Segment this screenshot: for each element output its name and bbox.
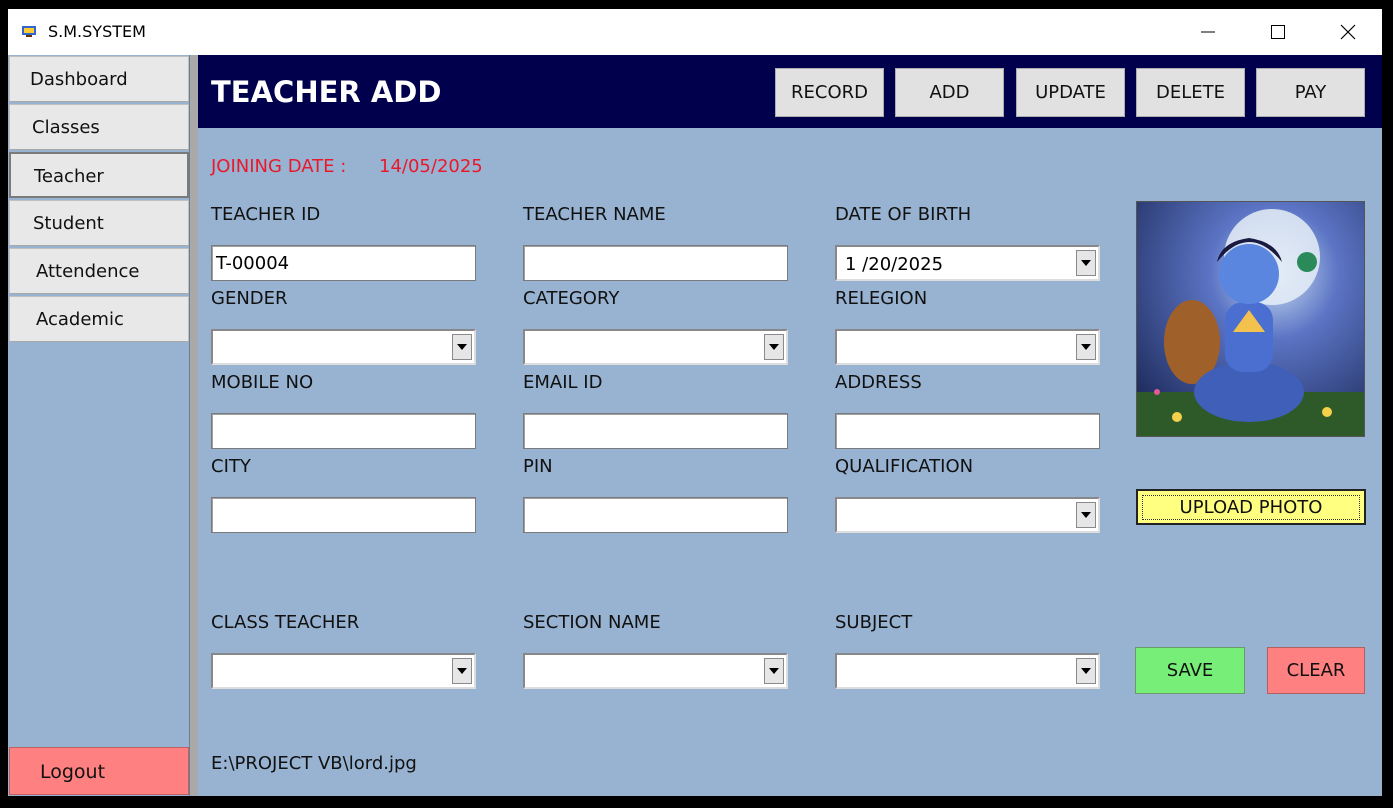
mobile-no-label: MOBILE NO [211, 372, 314, 393]
dropdown-arrow-icon[interactable] [764, 658, 784, 684]
clear-button[interactable]: CLEAR [1267, 647, 1365, 694]
sidebar-item-academic[interactable]: Academic [9, 296, 189, 342]
photo-path-label: E:\PROJECT VB\lord.jpg [211, 753, 417, 774]
logout-button[interactable]: Logout [9, 747, 189, 795]
sidebar-item-label: Academic [36, 309, 124, 330]
close-button[interactable] [1313, 9, 1383, 55]
subject-label: SUBJECT [835, 612, 913, 633]
address-field[interactable] [835, 413, 1100, 449]
dropdown-arrow-icon[interactable] [1076, 334, 1096, 360]
window-title: S.M.SYSTEM [48, 22, 146, 41]
pin-field[interactable] [523, 497, 788, 533]
photo-image [1137, 202, 1364, 436]
joining-date-label: JOINING DATE : [211, 156, 347, 177]
dropdown-arrow-icon[interactable] [1076, 502, 1096, 528]
maximize-button[interactable] [1243, 9, 1313, 55]
sidebar-item-label: Attendence [36, 261, 140, 282]
relegion-label: RELEGION [835, 288, 928, 309]
date-of-birth-label: DATE OF BIRTH [835, 204, 972, 225]
teacher-photo [1136, 201, 1365, 437]
teacher-id-field[interactable]: T-00004 [211, 245, 476, 281]
subject-select[interactable] [835, 653, 1100, 689]
minimize-button[interactable] [1173, 9, 1243, 55]
pay-button[interactable]: PAY [1256, 68, 1365, 117]
email-id-field[interactable] [523, 413, 788, 449]
category-select[interactable] [523, 329, 788, 365]
relegion-select[interactable] [835, 329, 1100, 365]
splitter[interactable] [190, 55, 198, 796]
section-name-select[interactable] [523, 653, 788, 689]
app-icon [20, 23, 38, 39]
city-field[interactable] [211, 497, 476, 533]
date-of-birth-value: 1 /20/2025 [845, 254, 944, 275]
sidebar-item-label: Dashboard [30, 69, 128, 90]
sidebar-item-label: Classes [32, 117, 100, 138]
close-icon [1340, 24, 1356, 40]
joining-date-value: 14/05/2025 [379, 156, 483, 177]
upload-photo-label: UPLOAD PHOTO [1141, 494, 1361, 520]
title-bar: S.M.SYSTEM [8, 9, 1382, 55]
record-button[interactable]: RECORD [775, 68, 884, 117]
sidebar-item-teacher[interactable]: Teacher [9, 152, 189, 198]
pin-label: PIN [523, 456, 553, 477]
maximize-icon [1271, 25, 1285, 39]
sidebar-item-label: Teacher [34, 166, 104, 187]
main-panel: TEACHER ADD RECORD ADD UPDATE DELETE PAY… [198, 55, 1382, 796]
page-title: TEACHER ADD [211, 75, 442, 109]
sidebar-item-student[interactable]: Student [9, 200, 189, 246]
update-button[interactable]: UPDATE [1016, 68, 1125, 117]
dropdown-arrow-icon[interactable] [1076, 658, 1096, 684]
email-id-label: EMAIL ID [523, 372, 603, 393]
class-teacher-select[interactable] [211, 653, 476, 689]
qualification-label: QUALIFICATION [835, 456, 974, 477]
gender-label: GENDER [211, 288, 288, 309]
gender-select[interactable] [211, 329, 476, 365]
mobile-no-field[interactable] [211, 413, 476, 449]
city-label: CITY [211, 456, 251, 477]
date-of-birth-picker[interactable]: 1 /20/2025 [835, 245, 1100, 281]
delete-button[interactable]: DELETE [1136, 68, 1245, 117]
add-button[interactable]: ADD [895, 68, 1004, 117]
sidebar-item-dashboard[interactable]: Dashboard [9, 56, 189, 102]
teacher-name-field[interactable] [523, 245, 788, 281]
save-button[interactable]: SAVE [1135, 647, 1245, 694]
sidebar: Dashboard Classes Teacher Student Attend… [8, 55, 190, 796]
teacher-id-label: TEACHER ID [211, 204, 321, 225]
sidebar-item-attendence[interactable]: Attendence [9, 248, 189, 294]
application-window: S.M.SYSTEM Dashboard Classes Teacher Stu… [8, 9, 1382, 796]
minimize-icon [1201, 31, 1215, 33]
category-label: CATEGORY [523, 288, 620, 309]
dropdown-arrow-icon[interactable] [764, 334, 784, 360]
dropdown-arrow-icon[interactable] [452, 334, 472, 360]
dropdown-arrow-icon[interactable] [452, 658, 472, 684]
address-label: ADDRESS [835, 372, 922, 393]
teacher-name-label: TEACHER NAME [523, 204, 666, 225]
upload-photo-button[interactable]: UPLOAD PHOTO [1136, 489, 1366, 525]
class-teacher-label: CLASS TEACHER [211, 612, 360, 633]
sidebar-item-classes[interactable]: Classes [9, 104, 189, 150]
section-name-label: SECTION NAME [523, 612, 661, 633]
dropdown-arrow-icon[interactable] [1076, 250, 1096, 276]
sidebar-item-label: Student [33, 213, 104, 234]
page-header: TEACHER ADD RECORD ADD UPDATE DELETE PAY [198, 55, 1382, 128]
qualification-select[interactable] [835, 497, 1100, 533]
